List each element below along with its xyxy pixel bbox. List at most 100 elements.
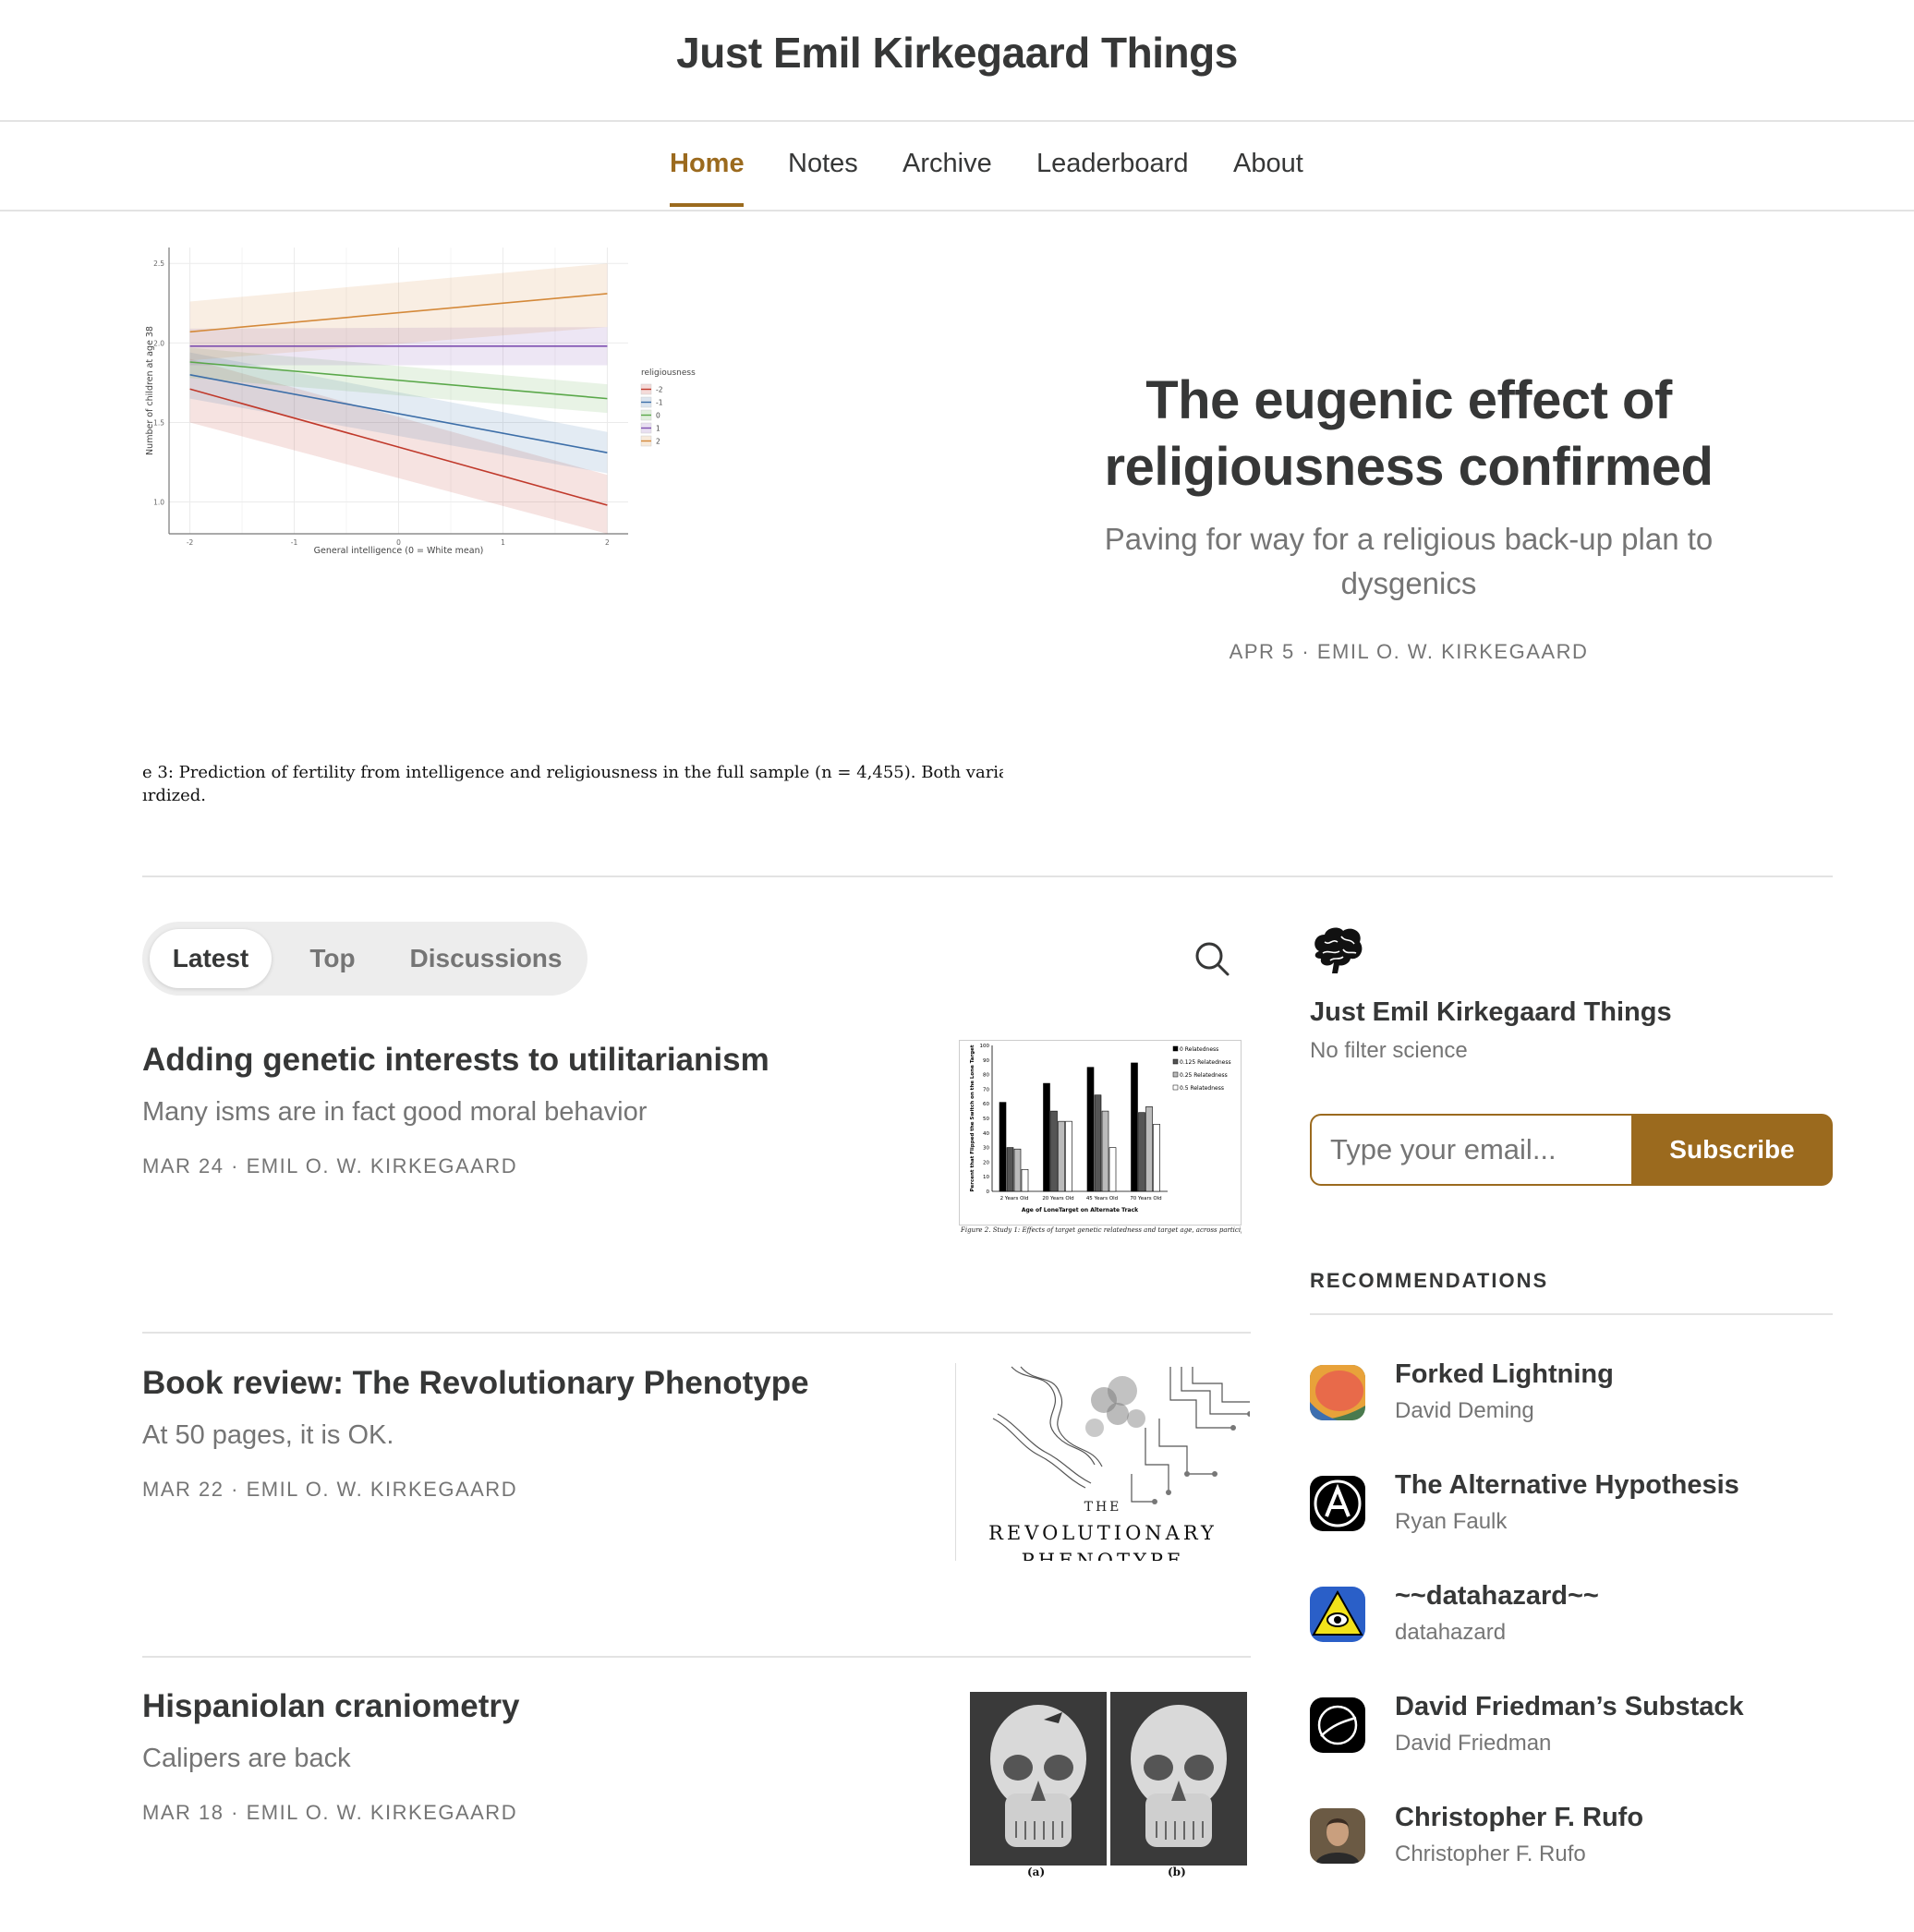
post-date: MAR 24 [142, 1154, 224, 1177]
thumbnail-caption: Figure 2. Study 1: Effects of target gen… [961, 1226, 1242, 1234]
search-icon [1195, 942, 1230, 976]
email-input[interactable] [1310, 1114, 1633, 1186]
y-tick-label: 2.5 [153, 260, 164, 268]
tab-top[interactable]: Top [281, 929, 384, 988]
recommendation-name: Christopher F. Rufo [1395, 1803, 1644, 1832]
hero-title[interactable]: The eugenic effect of religiousness conf… [1072, 368, 1746, 501]
tab-discussions[interactable]: Discussions [394, 929, 578, 988]
skull-label-b: (b) [1168, 1866, 1186, 1878]
subscribe-button[interactable]: Subscribe [1631, 1114, 1833, 1186]
nav-archive[interactable]: Archive [902, 149, 992, 179]
recommendation-item[interactable]: ~~datahazard~~ datahazard [1310, 1581, 1833, 1655]
bar [1058, 1120, 1065, 1192]
post-divider [142, 1656, 1251, 1658]
bar [1108, 1147, 1117, 1192]
bar [1043, 1082, 1050, 1192]
hero-divider [142, 875, 1833, 877]
y-tick-label: 10 [983, 1175, 989, 1180]
sidebar-tagline: No filter science [1310, 1038, 1468, 1063]
bar [1094, 1094, 1102, 1192]
forked-lightning-icon [1310, 1365, 1365, 1420]
y-axis-label: Number of children at age 38 [145, 326, 155, 455]
hero-title-line-1: The eugenic effect of [1145, 370, 1672, 430]
bar [1131, 1062, 1138, 1192]
post-date: MAR 22 [142, 1478, 224, 1501]
legend-label: 0.125 Relatedness [1180, 1059, 1231, 1066]
hero-figure-caption: e 3: Prediction of fertility from intell… [142, 761, 1003, 807]
nav-home[interactable]: Home [670, 149, 745, 179]
nav-about[interactable]: About [1233, 149, 1303, 179]
legend-swatch [1172, 1084, 1179, 1091]
post-author[interactable]: EMIL O. W. KIRKEGAARD [247, 1478, 518, 1501]
recommendation-item[interactable]: Forked Lightning David Deming [1310, 1359, 1833, 1433]
post-author[interactable]: EMIL O. W. KIRKEGAARD [247, 1801, 518, 1824]
site-title[interactable]: Just Emil Kirkegaard Things [0, 28, 1914, 78]
recommendations-divider [1310, 1313, 1833, 1315]
hero-subtitle-line-2: dysgenics [1340, 566, 1477, 600]
bar [1145, 1106, 1153, 1192]
y-tick-label: 20 [983, 1160, 989, 1165]
book-title-the: THE [1084, 1500, 1122, 1515]
caption-line-1: e 3: Prediction of fertility from intell… [142, 763, 1003, 782]
meta-separator: · [231, 1154, 247, 1177]
hero-title-line-2: religiousness confirmed [1104, 437, 1714, 497]
y-tick-label: 100 [980, 1044, 990, 1049]
bar [1153, 1124, 1160, 1192]
recommendation-name: The Alternative Hypothesis [1395, 1470, 1739, 1500]
bar [1013, 1148, 1022, 1192]
y-axis-label: Percent that Flipped the Switch on the L… [970, 1044, 975, 1191]
hero-meta: APR 5 · EMIL O. W. KIRKEGAARD [1072, 640, 1746, 664]
y-tick-label: 90 [983, 1058, 989, 1064]
x-axis-label: General intelligence (0 = White mean) [314, 546, 484, 556]
site-header: Just Emil Kirkegaard Things [0, 0, 1914, 122]
nav-leaderboard[interactable]: Leaderboard [1036, 149, 1188, 179]
recommendation-author: Ryan Faulk [1395, 1509, 1508, 1534]
hero-chart: -2 -1 0 1 21.01.52.02.5General intelligence … [145, 248, 696, 556]
post-thumbnail[interactable]: 0 10 20 30 40 50 60 70 80 90 100 2 Years Old 20 Year… [959, 1040, 1242, 1238]
recommendation-item[interactable]: The Alternative Hypothesis Ryan Faulk [1310, 1470, 1833, 1544]
recommendation-author: David Friedman [1395, 1731, 1552, 1756]
sidebar-publication-name[interactable]: Just Emil Kirkegaard Things [1310, 997, 1672, 1028]
post-title[interactable]: Adding genetic interests to utilitariani… [142, 1042, 927, 1079]
hero-author[interactable]: EMIL O. W. KIRKEGAARD [1317, 640, 1589, 663]
legend-label: 0 [656, 412, 660, 420]
recommendation-author: Christopher F. Rufo [1395, 1841, 1586, 1866]
post-title[interactable]: Book review: The Revolutionary Phenotype [142, 1365, 927, 1402]
tab-latest[interactable]: Latest [150, 929, 272, 988]
hero-subtitle-line-1: Paving for way for a religious back-up p… [1104, 522, 1714, 556]
legend-label: 0 Relatedness [1180, 1046, 1218, 1053]
post-author[interactable]: EMIL O. W. KIRKEGAARD [247, 1154, 518, 1177]
y-tick-label: 0 [987, 1189, 990, 1195]
bar [1138, 1112, 1145, 1192]
post-thumbnail[interactable]: (a) (b) [970, 1692, 1247, 1882]
x-tick-label: -1 [291, 538, 298, 547]
legend-label: -2 [656, 386, 663, 394]
legend-label: 2 [656, 438, 660, 446]
legend-label: -1 [656, 399, 663, 407]
post-date: MAR 18 [142, 1801, 224, 1824]
post-thumbnail[interactable]: THE REVOLUTIONARY PHENOTYPE [955, 1363, 1250, 1561]
recommendation-name: ~~datahazard~~ [1395, 1581, 1599, 1611]
post-divider [142, 1332, 1251, 1334]
publication-logo[interactable] [1310, 924, 1365, 975]
datahazard-icon [1310, 1587, 1365, 1642]
nav-notes[interactable]: Notes [788, 149, 858, 179]
recommendation-item[interactable]: Christopher F. Rufo Christopher F. Rufo [1310, 1803, 1833, 1877]
bar [1101, 1110, 1109, 1192]
legend-label: 0.25 Relatedness [1180, 1072, 1228, 1079]
skull-images [970, 1692, 1247, 1866]
hero-image[interactable]: -2 -1 0 1 2 1.0 1.5 2.0 2.5 General intelligence … [142, 238, 1003, 815]
meta-separator: · [231, 1478, 247, 1501]
bar [999, 1102, 1007, 1192]
x-tick-label: -2 [187, 538, 194, 547]
legend-title: religiousness [641, 368, 696, 378]
brain-icon [1314, 927, 1363, 973]
legend-label: 1 [656, 425, 660, 433]
post-meta: MAR 24 · EMIL O. W. KIRKEGAARD [142, 1154, 517, 1178]
bar [1086, 1067, 1095, 1192]
bar-chart-thumbnail: 0 10 20 30 40 50 60 70 80 90 100 2 Years Old 20 Year… [959, 1040, 1242, 1226]
book-title-phenotype: PHENOTYPE [1021, 1550, 1185, 1561]
post-title[interactable]: Hispaniolan craniometry [142, 1688, 927, 1725]
search-button[interactable] [1193, 940, 1230, 977]
recommendation-item[interactable]: David Friedman’s Substack David Friedman [1310, 1692, 1833, 1766]
